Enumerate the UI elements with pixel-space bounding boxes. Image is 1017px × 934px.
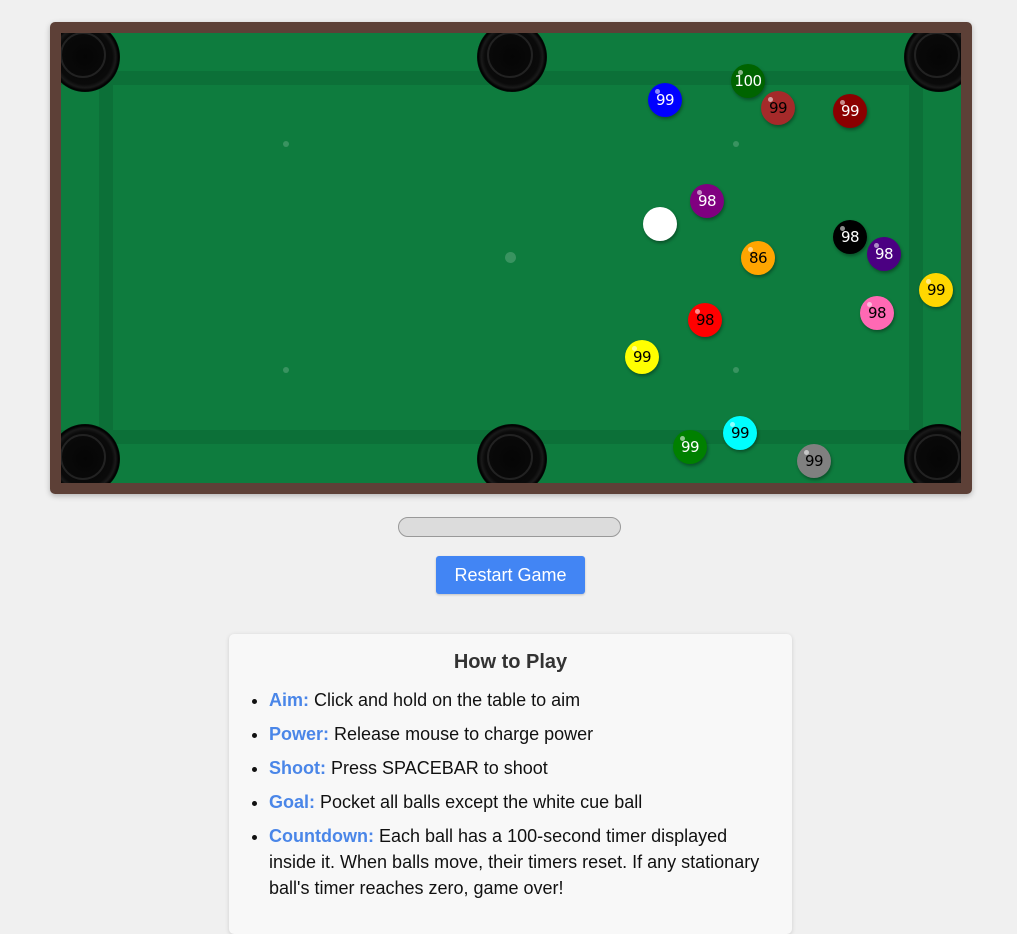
ball-orange: 86 [741,241,775,275]
ball-timer: 98 [867,304,887,322]
instruction-text: Release mouse to charge power [334,724,594,744]
restart-game-button[interactable]: Restart Game [436,556,585,594]
ball-hotpink: 98 [860,296,894,330]
table-felt[interactable]: 99 100 99 99 98 86 98 98 99 98 98 99 99 … [61,33,961,483]
ball-cyan: 99 [723,416,757,450]
ball-brown: 99 [761,91,795,125]
ball-timer: 100 [734,72,762,90]
spot [283,367,289,373]
ball-darkred: 99 [833,94,867,128]
ball-purple: 98 [690,184,724,218]
ball-indigo: 98 [867,237,901,271]
cue-ball[interactable] [643,207,677,241]
ball-timer: 99 [804,452,824,470]
ball-timer: 99 [655,91,675,109]
instruction-term: Aim: [269,690,309,710]
ball-darkgreen: 100 [731,64,765,98]
ball-timer: 98 [697,192,717,210]
ball-timer: 98 [695,311,715,329]
spot [283,141,289,147]
instruction-text: Pocket all balls except the white cue ba… [320,792,643,812]
rail-left [99,71,113,444]
instruction-text: Press SPACEBAR to shoot [331,758,548,778]
rail-right [909,71,923,444]
ball-timer: 99 [926,281,946,299]
spot [733,141,739,147]
ball-gray: 99 [797,444,831,478]
instruction-term: Power: [269,724,330,744]
ball-red: 98 [688,303,722,337]
ball-timer: 99 [680,438,700,456]
instruction-shoot: Shoot: Press SPACEBAR to shoot [269,755,769,781]
ball-green: 99 [673,430,707,464]
power-meter [398,517,621,537]
instruction-aim: Aim: Click and hold on the table to aim [269,687,769,713]
center-spot [505,252,516,263]
ball-timer: 86 [748,249,768,267]
instruction-goal: Goal: Pocket all balls except the white … [269,789,769,815]
ball-blue: 99 [648,83,682,117]
instruction-text: Click and hold on the table to aim [314,690,581,710]
instructions-panel: How to Play Aim: Click and hold on the t… [229,634,792,934]
instruction-countdown: Countdown: Each ball has a 100-second ti… [269,823,769,901]
instruction-term: Goal: [269,792,316,812]
instruction-power: Power: Release mouse to charge power [269,721,769,747]
ball-timer: 98 [874,245,894,263]
ball-timer: 98 [840,228,860,246]
ball-timer: 99 [632,348,652,366]
instructions-title: How to Play [453,651,568,673]
ball-timer: 99 [768,99,788,117]
ball-timer: 99 [840,102,860,120]
ball-timer: 99 [730,424,750,442]
spot [733,367,739,373]
ball-black: 98 [833,220,867,254]
pool-table[interactable]: 99 100 99 99 98 86 98 98 99 98 98 99 99 … [50,22,972,494]
ball-gold: 99 [919,273,953,307]
ball-yellow: 99 [625,340,659,374]
instruction-term: Shoot: [269,758,326,778]
instructions-list: Aim: Click and hold on the table to aim … [251,687,769,909]
instruction-term: Countdown: [269,826,374,846]
